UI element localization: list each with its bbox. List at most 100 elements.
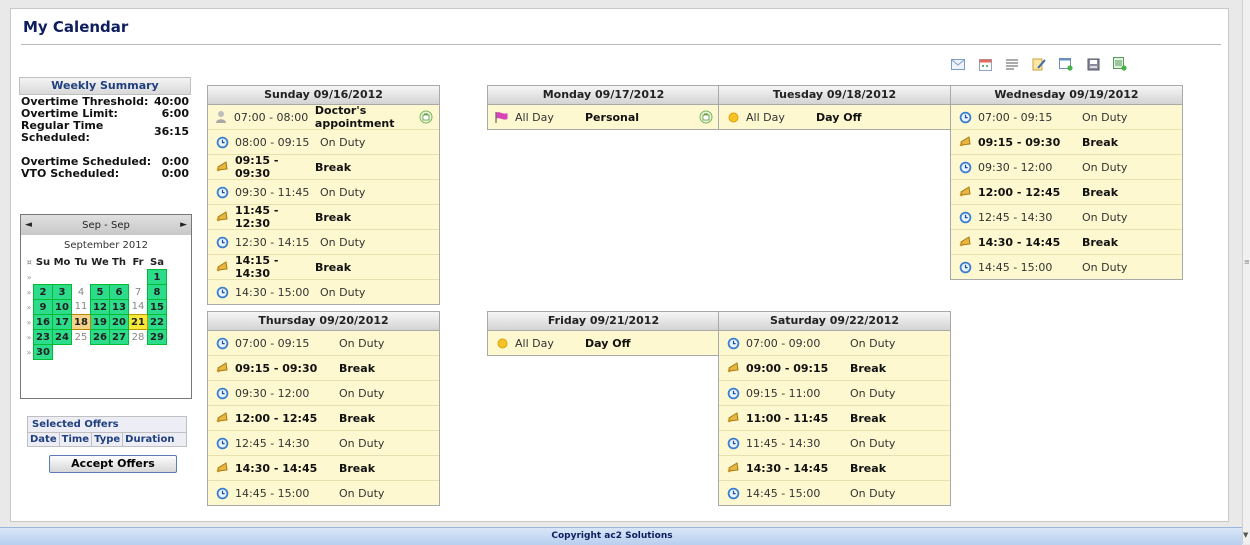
weekday-header: Su <box>35 256 51 268</box>
event-time: 09:15 - 09:30 <box>235 361 318 375</box>
calendar-day[interactable]: 22 <box>147 314 167 330</box>
day-header: Wednesday 09/19/2012 <box>951 86 1182 105</box>
calendar-day[interactable]: 12 <box>90 299 110 315</box>
offers-column-date[interactable]: Date <box>28 433 60 446</box>
calendar-event[interactable]: 09:00 - 09:15 Break <box>719 356 950 381</box>
calendar-event[interactable]: 12:00 - 12:45 Break <box>208 406 439 431</box>
calendar-event[interactable]: 09:30 - 12:00 On Duty <box>951 155 1182 180</box>
calendar-day[interactable]: 11 <box>72 300 91 315</box>
calendar-day[interactable]: 20 <box>109 314 129 330</box>
calendar-event[interactable]: 12:30 - 14:15 On Duty <box>208 230 439 255</box>
event-time: 11:45 - 14:30 <box>746 436 821 450</box>
recycle-icon[interactable] <box>419 110 433 124</box>
calendar-event[interactable]: 14:30 - 15:00 On Duty <box>208 280 439 304</box>
email-icon[interactable] <box>950 56 966 72</box>
event-label: Personal <box>585 110 640 124</box>
calendar-event[interactable]: All Day Day Off <box>719 105 950 129</box>
calendar-event[interactable]: 14:30 - 14:45 Break <box>951 230 1182 255</box>
print-icon[interactable] <box>1085 56 1101 72</box>
week-select-icon[interactable]: » <box>25 300 34 315</box>
event-time: All Day <box>746 110 785 124</box>
calendar-event[interactable]: 09:15 - 09:30 Break <box>951 130 1182 155</box>
calendar-event[interactable]: 14:45 - 15:00 On Duty <box>719 481 950 505</box>
calendar-day[interactable]: 13 <box>109 299 129 315</box>
calendar-day[interactable]: 14 <box>129 300 148 315</box>
calendar-day[interactable]: 28 <box>129 330 148 345</box>
calendar-day[interactable]: 7 <box>129 285 148 300</box>
calendar-day[interactable]: 19 <box>90 314 110 330</box>
calendar-event[interactable]: 09:15 - 09:30 Break <box>208 356 439 381</box>
week-select-icon[interactable]: » <box>25 285 34 300</box>
calendar-day[interactable]: 23 <box>33 329 53 345</box>
calendar-day[interactable]: 21 <box>128 314 148 330</box>
footer: Copyright ac2 Solutions <box>0 527 1242 545</box>
calendar-day[interactable]: 29 <box>147 329 167 345</box>
week-select-icon[interactable]: » <box>25 315 34 330</box>
break-bell-icon <box>215 361 229 375</box>
calendar-event[interactable]: 07:00 - 09:15 On Duty <box>208 331 439 356</box>
calendar-day[interactable]: 5 <box>90 284 110 300</box>
calendar-event[interactable]: 09:30 - 12:00 On Duty <box>208 381 439 406</box>
calendar-event[interactable]: 14:45 - 15:00 On Duty <box>951 255 1182 279</box>
calendar-event[interactable]: 14:15 - 14:30 Break <box>208 254 439 280</box>
week-select-icon[interactable]: » <box>25 270 34 285</box>
calendar-event[interactable]: 12:45 - 14:30 On Duty <box>208 431 439 456</box>
calendar-event[interactable]: 11:00 - 11:45 Break <box>719 406 950 431</box>
clock-icon <box>215 486 229 500</box>
calendar-day[interactable]: 16 <box>33 314 53 330</box>
offers-column-type[interactable]: Type <box>92 433 124 446</box>
event-label: On Duty <box>339 436 385 450</box>
calendar-day[interactable]: 17 <box>52 314 72 330</box>
calendar-day[interactable]: 15 <box>147 299 167 315</box>
calendar-day[interactable]: 10 <box>52 299 72 315</box>
next-month-arrow-icon[interactable]: ► <box>180 220 187 230</box>
calendar-event[interactable]: 14:45 - 15:00 On Duty <box>208 481 439 505</box>
calendar-day[interactable]: 25 <box>72 330 91 345</box>
recycle-icon[interactable] <box>699 110 713 124</box>
accept-offers-button[interactable]: Accept Offers <box>49 455 177 473</box>
calendar-event[interactable]: 07:00 - 09:00 On Duty <box>719 331 950 356</box>
event-time: 07:00 - 09:15 <box>978 110 1053 124</box>
calendar-day[interactable]: 2 <box>33 284 53 300</box>
scroll-down-arrow-icon[interactable]: ▼ <box>1243 531 1248 539</box>
new-window-icon[interactable] <box>1058 56 1074 72</box>
week-select-icon[interactable]: » <box>25 345 34 360</box>
calendar-event[interactable]: 07:00 - 08:00 Doctor's appointment <box>208 104 439 130</box>
calendar-event[interactable]: 12:00 - 12:45 Break <box>951 180 1182 205</box>
vertical-scrollbar[interactable]: ≡ ▼ <box>1242 0 1250 544</box>
calendar-event[interactable]: 12:45 - 14:30 On Duty <box>951 205 1182 230</box>
edit-note-icon[interactable] <box>1031 56 1047 72</box>
calendar-event[interactable]: 09:30 - 11:45 On Duty <box>208 180 439 205</box>
calendar-day[interactable]: 30 <box>33 344 53 360</box>
calendar-event[interactable]: 14:30 - 14:45 Break <box>208 456 439 481</box>
event-label: Break <box>339 461 376 475</box>
calendar-event[interactable]: 11:45 - 12:30 Break <box>208 204 439 230</box>
calendar-day[interactable]: 8 <box>147 284 167 300</box>
calendar-day[interactable]: 9 <box>33 299 53 315</box>
calendar-day[interactable]: 3 <box>52 284 72 300</box>
event-time: 14:45 - 15:00 <box>235 486 310 500</box>
calendar-event[interactable]: All Day Personal <box>488 105 719 129</box>
calendar-event[interactable]: 14:30 - 14:45 Break <box>719 456 950 481</box>
calendar-event[interactable]: 09:15 - 11:00 On Duty <box>719 381 950 406</box>
calendar-event[interactable]: All Day Day Off <box>488 331 719 355</box>
calendar-day[interactable]: 4 <box>72 285 91 300</box>
calendar-event[interactable]: 09:15 - 09:30 Break <box>208 154 439 180</box>
calendar-day[interactable]: 1 <box>147 269 167 285</box>
offers-column-time[interactable]: Time <box>60 433 93 446</box>
week-select-icon[interactable]: » <box>25 330 34 345</box>
export-icon[interactable] <box>1112 56 1128 72</box>
calendar-day[interactable]: 6 <box>109 284 129 300</box>
calendar-event[interactable]: 07:00 - 09:15 On Duty <box>951 105 1182 130</box>
calendar-event[interactable]: 11:45 - 14:30 On Duty <box>719 431 950 456</box>
calendar-day[interactable]: 27 <box>109 329 129 345</box>
offers-column-duration[interactable]: Duration <box>123 433 176 446</box>
calendar-event[interactable]: 08:00 - 09:15 On Duty <box>208 130 439 155</box>
calendar-day[interactable]: 18 <box>71 314 91 330</box>
list-icon[interactable] <box>1004 56 1020 72</box>
scroll-grip-icon[interactable]: ≡ <box>1244 258 1250 266</box>
calendar-day[interactable]: 24 <box>52 329 72 345</box>
calendar-day[interactable]: 26 <box>90 329 110 345</box>
prev-month-arrow-icon[interactable]: ◄ <box>25 220 32 230</box>
calendar-icon[interactable] <box>977 56 993 72</box>
